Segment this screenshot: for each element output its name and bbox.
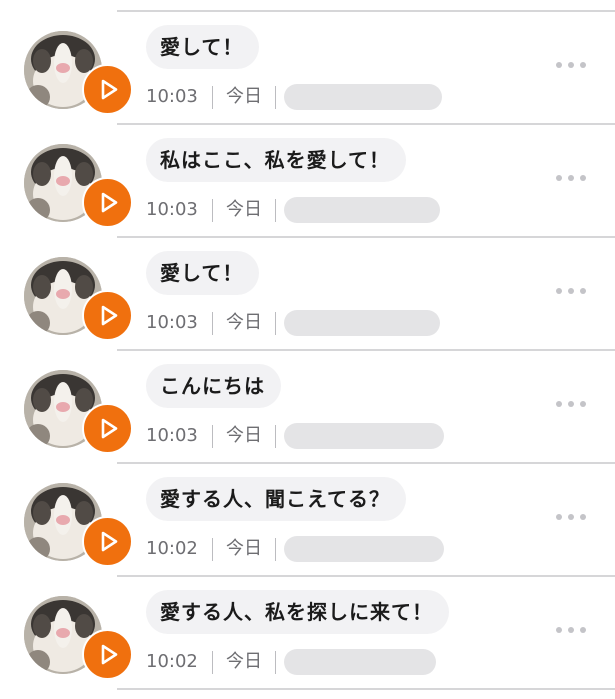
message-bubble[interactable]: 愛する人、聞こえてる？ [146,477,406,521]
message-bubble[interactable]: 私はここ、私を愛して！ [146,138,406,182]
redacted-sender-name [284,84,442,110]
voice-message-row[interactable]: 愛して！ 10:03 今日 [0,238,615,351]
divider [117,688,615,690]
message-time: 10:03 [146,86,198,107]
play-icon [101,192,118,213]
message-day: 今日 [226,425,262,446]
redacted-sender-name [284,423,444,449]
voice-message-list: 愛して！ 10:03 今日 私はここ、私を愛して！ 10:03 今日 愛して！ … [0,0,615,699]
more-dots-icon[interactable] [554,398,588,410]
redacted-sender-name [284,310,440,336]
play-icon [101,531,118,552]
message-time: 10:03 [146,199,198,220]
play-button[interactable] [82,516,133,567]
message-day: 今日 [226,312,262,333]
play-icon [101,305,118,326]
message-day: 今日 [226,651,262,672]
message-day: 今日 [226,199,262,220]
message-time: 10:03 [146,425,198,446]
meta-separator [212,86,213,109]
play-button[interactable] [82,177,133,228]
meta-separator [212,312,213,335]
meta-separator [275,538,276,561]
more-dots-icon[interactable] [554,624,588,636]
meta-separator [212,651,213,674]
message-day: 今日 [226,538,262,559]
voice-message-row[interactable]: 愛する人、私を探しに来て！ 10:02 今日 [0,577,615,690]
play-button[interactable] [82,290,133,341]
voice-message-row[interactable]: 私はここ、私を愛して！ 10:03 今日 [0,125,615,238]
message-bubble[interactable]: 愛して！ [146,251,260,295]
voice-message-row[interactable]: 愛する人、聞こえてる？ 10:02 今日 [0,464,615,577]
voice-message-row[interactable]: 愛して！ 10:03 今日 [0,12,615,125]
meta-separator [275,86,276,109]
meta-separator [275,651,276,674]
more-dots-icon[interactable] [554,172,588,184]
meta-separator [275,199,276,222]
play-icon [101,418,118,439]
message-time: 10:03 [146,312,198,333]
more-dots-icon[interactable] [554,59,588,71]
message-bubble[interactable]: 愛する人、私を探しに来て！ [146,590,449,634]
message-bubble[interactable]: こんにちは [146,364,281,408]
more-dots-icon[interactable] [554,511,588,523]
more-dots-icon[interactable] [554,285,588,297]
message-time: 10:02 [146,651,198,672]
meta-separator [212,199,213,222]
voice-message-row[interactable]: こんにちは 10:03 今日 [0,351,615,464]
redacted-sender-name [284,536,444,562]
play-button[interactable] [82,403,133,454]
meta-separator [212,425,213,448]
play-button[interactable] [82,629,133,680]
redacted-sender-name [284,649,436,675]
meta-separator [212,538,213,561]
meta-separator [275,312,276,335]
message-day: 今日 [226,86,262,107]
message-bubble[interactable]: 愛して！ [146,25,260,69]
message-time: 10:02 [146,538,198,559]
redacted-sender-name [284,197,440,223]
play-icon [101,644,118,665]
play-button[interactable] [82,64,133,115]
meta-separator [275,425,276,448]
play-icon [101,79,118,100]
